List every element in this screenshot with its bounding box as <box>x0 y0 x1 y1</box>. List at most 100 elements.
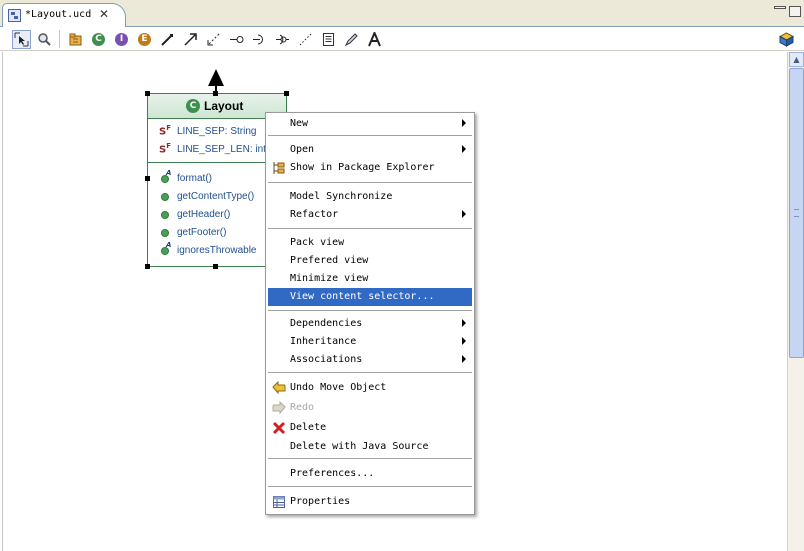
interface-tool-icon[interactable]: I <box>112 30 131 49</box>
menu-item-label: Refactor <box>290 209 339 220</box>
select-tool-icon[interactable] <box>12 30 31 49</box>
menu-item-label: Redo <box>290 402 315 413</box>
note-tool-icon[interactable] <box>319 30 338 49</box>
menu-item-label: Delete <box>290 422 327 433</box>
static-final-field-icon: SF <box>159 124 171 138</box>
scroll-up-button[interactable]: ▲ <box>789 52 804 67</box>
method-label: getContentType() <box>177 191 255 202</box>
menu-item-preferences[interactable]: Preferences... <box>268 465 472 483</box>
menu-item-label: New <box>290 118 309 129</box>
static-final-field-icon: SF <box>159 142 171 156</box>
menu-item-delete[interactable]: Delete <box>268 419 472 437</box>
zoom-tool-icon[interactable] <box>35 30 54 49</box>
abstract-class-icon: C <box>186 99 200 113</box>
menu-item-prefered-view[interactable]: Prefered view <box>268 252 472 270</box>
field-label: LINE_SEP_LEN: int <box>177 144 266 155</box>
selection-handle[interactable] <box>145 91 150 96</box>
menu-item-label: Inheritance <box>290 336 357 347</box>
enumeration-tool-icon[interactable]: E <box>135 30 154 49</box>
menu-item-open[interactable]: Open <box>268 141 472 159</box>
menu-separator <box>268 486 472 487</box>
required-interface-tool-icon[interactable] <box>250 30 269 49</box>
minimize-button[interactable] <box>774 6 786 9</box>
menu-item-properties[interactable]: Properties <box>268 493 472 511</box>
class-tool-icon[interactable]: C <box>89 30 108 49</box>
menu-item-label: Delete with Java Source <box>290 441 429 452</box>
undo-icon <box>272 380 286 395</box>
menu-separator <box>268 458 472 459</box>
editor-tab[interactable]: *Layout.ucd ✕ <box>2 3 126 27</box>
selection-handle[interactable] <box>145 264 150 269</box>
submenu-arrow-icon <box>462 145 466 153</box>
menu-item-refactor[interactable]: Refactor <box>268 206 472 224</box>
menu-item-inheritance[interactable]: Inheritance <box>268 333 472 351</box>
menu-item-label: View content selector... <box>290 291 435 302</box>
method-label: getHeader() <box>177 209 231 220</box>
submenu-arrow-icon <box>462 210 466 218</box>
menu-item-new[interactable]: New <box>268 115 472 133</box>
menu-separator <box>268 135 472 136</box>
class-name: Layout <box>204 99 244 113</box>
provided-interface-tool-icon[interactable] <box>273 30 292 49</box>
palette-tool-icon[interactable] <box>777 30 796 49</box>
menu-item-label: Open <box>290 144 315 155</box>
close-tab-icon[interactable]: ✕ <box>99 7 109 21</box>
toolbar-separator <box>59 30 60 48</box>
menu-item-label: Show in Package Explorer <box>290 162 435 173</box>
menu-item-minimize-view[interactable]: Minimize view <box>268 270 472 288</box>
selection-handle[interactable] <box>284 91 289 96</box>
menu-item-dependencies[interactable]: Dependencies <box>268 315 472 333</box>
pen-tool-icon[interactable] <box>342 30 361 49</box>
scrollbar-thumb[interactable] <box>789 68 804 358</box>
lollipop-tool-icon[interactable] <box>227 30 246 49</box>
context-menu: New Open Show in Package Explorer Model … <box>265 112 475 515</box>
menu-item-label: Preferences... <box>290 468 375 479</box>
selection-handle[interactable] <box>213 91 218 96</box>
editor-tab-bar: *Layout.ucd ✕ <box>0 0 804 27</box>
menu-item-label: Prefered view <box>290 255 369 266</box>
selection-handle[interactable] <box>213 264 218 269</box>
submenu-arrow-icon <box>462 355 466 363</box>
menu-item-show-in-package-explorer[interactable]: Show in Package Explorer <box>268 159 472 177</box>
menu-separator <box>268 372 472 373</box>
note-connection-tool-icon[interactable] <box>158 30 177 49</box>
menu-item-delete-with-java-source[interactable]: Delete with Java Source <box>268 438 472 456</box>
diagram-toolbar: C I E <box>0 27 804 51</box>
maximize-button[interactable] <box>789 6 801 17</box>
method-label: format() <box>177 173 212 184</box>
menu-item-model-synchronize[interactable]: Model Synchronize <box>268 188 472 206</box>
submenu-arrow-icon <box>462 337 466 345</box>
selection-handle[interactable] <box>145 176 150 181</box>
redo-icon <box>272 400 286 415</box>
menu-item-label: Pack view <box>290 237 345 248</box>
text-tool-icon[interactable] <box>365 30 384 49</box>
menu-separator <box>268 310 472 311</box>
delete-icon <box>272 421 286 435</box>
menu-item-undo-move-object[interactable]: Undo Move Object <box>268 379 472 397</box>
method-label: ignoresThrowable <box>177 245 257 256</box>
submenu-arrow-icon <box>462 319 466 327</box>
menu-separator <box>268 182 472 183</box>
class-diagram-icon <box>8 9 21 22</box>
submenu-arrow-icon <box>462 119 466 127</box>
menu-item-label: Properties <box>290 496 351 507</box>
menu-item-pack-view[interactable]: Pack view <box>268 234 472 252</box>
package-explorer-icon <box>272 161 286 175</box>
menu-item-label: Minimize view <box>290 273 369 284</box>
public-method-icon <box>161 211 169 219</box>
vertical-scrollbar[interactable]: ▲ <box>787 52 804 551</box>
tab-title: *Layout.ucd <box>25 9 92 20</box>
menu-item-associations[interactable]: Associations <box>268 351 472 369</box>
public-method-icon <box>161 193 169 201</box>
package-tool-icon[interactable] <box>66 30 85 49</box>
menu-item-label: Model Synchronize <box>290 191 393 202</box>
menu-separator <box>268 228 472 229</box>
menu-item-label: Dependencies <box>290 318 363 329</box>
public-method-icon <box>161 229 169 237</box>
association-tool-icon[interactable] <box>181 30 200 49</box>
dependency-tool-icon[interactable] <box>204 30 223 49</box>
properties-icon <box>272 495 286 509</box>
note-link-tool-icon[interactable] <box>296 30 315 49</box>
menu-item-redo[interactable]: Redo <box>268 399 472 417</box>
menu-item-view-content-selector[interactable]: View content selector... <box>268 288 472 306</box>
